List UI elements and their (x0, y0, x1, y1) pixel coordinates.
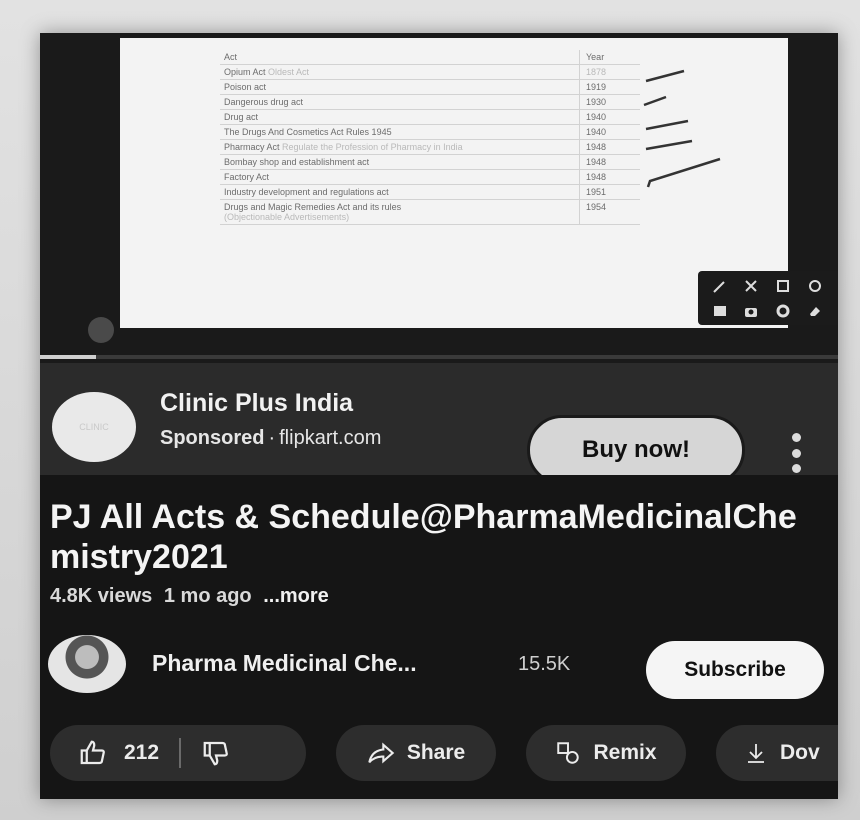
upload-age: 1 mo ago (163, 585, 252, 607)
act-year: 1948 (579, 139, 640, 155)
circle-icon[interactable] (807, 278, 823, 294)
more-link[interactable]: ...more (263, 585, 329, 607)
download-icon (748, 744, 764, 763)
table-row: Drug act 1940 (220, 109, 640, 125)
table-row: Industry development and regulations act… (220, 184, 640, 200)
download-button[interactable]: Dov (716, 725, 838, 781)
like-count: 212 (124, 741, 160, 764)
share-icon (368, 742, 395, 764)
header-act: Act (220, 50, 580, 65)
act-year: 1930 (579, 94, 640, 110)
act-note: (Objectionable Advertisements) (224, 212, 350, 222)
act-name: Pharmacy Act (224, 142, 280, 152)
table-row: Bombay shop and establishment act 1948 (220, 154, 640, 170)
rectangle-icon[interactable] (775, 278, 791, 294)
act-name: Opium Act (224, 67, 266, 77)
video-slide: Act Year Opium Act Oldest Act 1878 Poiso… (120, 38, 838, 328)
act-year: 1940 (579, 124, 640, 140)
act-name: Drugs and Magic Remedies Act and its rul… (224, 202, 402, 212)
share-label: Share (406, 741, 466, 764)
act-name: The Drugs And Cosmetics Act Rules 1945 (220, 124, 580, 140)
table-row: Dangerous drug act 1930 (220, 94, 640, 110)
dislike-button[interactable] (201, 725, 231, 781)
scrubber-handle[interactable] (88, 317, 114, 343)
thumbs-down-icon (203, 741, 228, 766)
eraser-icon[interactable] (807, 303, 823, 319)
video-info: PJ All Acts & Schedule@PharmaMedicinalCh… (40, 475, 838, 799)
ring-icon[interactable] (775, 303, 791, 319)
like-divider (179, 738, 182, 768)
download-label: Dov (780, 741, 820, 764)
channel-name[interactable]: Pharma Medicinal Che... (152, 650, 417, 677)
act-name: Bombay shop and establishment act (220, 154, 580, 170)
header-year: Year (579, 50, 640, 65)
table-row: The Drugs And Cosmetics Act Rules 1945 1… (220, 124, 640, 140)
share-button[interactable]: Share (336, 725, 496, 781)
act-name: Drug act (220, 109, 580, 125)
table-row: Drugs and Magic Remedies Act and its rul… (220, 199, 640, 225)
act-year: 1948 (579, 154, 640, 170)
pen-icon[interactable] (712, 278, 728, 294)
like-dislike-group: 212 (50, 725, 306, 781)
more-options-icon[interactable] (784, 433, 808, 473)
table-row: Poison act 1919 (220, 79, 640, 95)
act-note: Oldest Act (268, 67, 310, 77)
act-name: Industry development and regulations act (220, 184, 580, 200)
image-icon[interactable] (712, 303, 728, 319)
ad-title[interactable]: Clinic Plus India (160, 389, 353, 418)
video-meta[interactable]: 4.8K views 1 mo ago ...more (50, 585, 335, 608)
view-count: 4.8K views (50, 585, 153, 607)
act-note: Regulate the Profession of Pharmacy in I… (282, 142, 463, 152)
act-name: Dangerous drug act (220, 94, 580, 110)
scissors-icon[interactable] (743, 278, 759, 294)
act-year: 1878 (579, 64, 640, 80)
like-button[interactable]: 212 (50, 725, 159, 781)
remix-icon (557, 742, 580, 764)
act-year: 1954 (579, 199, 640, 225)
act-year: 1951 (579, 184, 640, 200)
sponsored-label: Sponsored (160, 427, 265, 449)
act-name: Factory Act (220, 169, 580, 185)
meta-separator: · (268, 427, 276, 449)
acts-table: Act Year Opium Act Oldest Act 1878 Poiso… (220, 50, 640, 225)
progress-bar[interactable] (40, 355, 838, 359)
act-year: 1948 (579, 169, 640, 185)
table-header: Act Year (220, 50, 640, 65)
thumbs-up-icon (80, 740, 105, 765)
act-name: Poison act (220, 79, 580, 95)
camera-icon[interactable] (743, 303, 759, 319)
annotation-toolbar (698, 271, 838, 325)
video-title: PJ All Acts & Schedule@PharmaMedicinalCh… (50, 498, 797, 576)
table-row: Pharmacy Act Regulate the Profession of … (220, 139, 640, 155)
progress-fill (40, 355, 96, 359)
action-bar: 212 Share Remix Dov (50, 725, 838, 781)
subscriber-count: 15.5K (518, 653, 571, 675)
sponsored-ad[interactable]: CLINIC Clinic Plus India Sponsored · flipk… (40, 363, 838, 485)
table-row: Factory Act 1948 (220, 169, 640, 185)
act-year: 1940 (579, 109, 640, 125)
handwritten-tick-marks (643, 69, 721, 188)
ad-meta: Sponsored · flipkart.com (160, 427, 381, 450)
table-row: Opium Act Oldest Act 1878 (220, 64, 640, 80)
ad-logo: CLINIC (52, 392, 136, 462)
remix-label: Remix (593, 741, 657, 764)
video-player[interactable]: Act Year Opium Act Oldest Act 1878 Poiso… (40, 33, 838, 363)
channel-avatar[interactable] (48, 635, 126, 693)
phone-screen: Act Year Opium Act Oldest Act 1878 Poiso… (40, 33, 838, 799)
remix-button[interactable]: Remix (526, 725, 686, 781)
subscribe-button[interactable]: Subscribe (646, 641, 824, 699)
act-year: 1919 (579, 79, 640, 95)
ad-domain: flipkart.com (279, 427, 382, 449)
